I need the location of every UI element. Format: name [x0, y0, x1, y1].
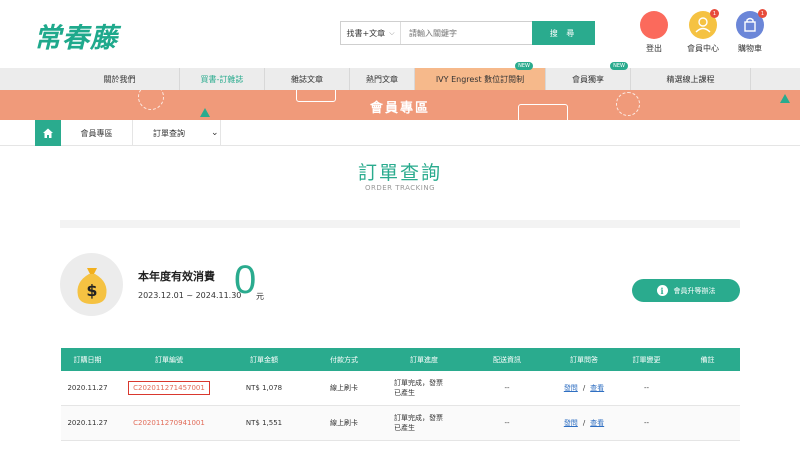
order-change: -- — [643, 384, 650, 392]
page-subtitle: ORDER TRACKING — [365, 184, 435, 192]
nav-item-books[interactable]: 買書-訂雜誌 — [180, 68, 265, 90]
order-id-cell: C202011270941001 — [114, 406, 224, 440]
delivery-info: -- — [504, 419, 510, 427]
chevron-down-icon: ⌵ — [389, 28, 395, 37]
nav-item-label: IVY Engrest 數位訂閱制 — [435, 74, 525, 84]
view-link[interactable]: 查看 — [590, 418, 604, 428]
breadcrumb-order-label: 訂單查詢 — [153, 128, 185, 138]
member-banner: 會員專區 — [0, 90, 800, 120]
banner-title: 會員專區 — [369, 101, 430, 116]
logout-button[interactable] — [640, 11, 668, 39]
table-row: 2020.11.27 C202011270941001 NT$ 1,551 線上… — [61, 406, 740, 441]
order-note — [675, 371, 740, 405]
nav-item-about[interactable]: 關於我們 — [60, 68, 180, 90]
home-button[interactable] — [35, 120, 61, 146]
annual-spend-value: 0 — [234, 258, 257, 302]
membership-upgrade-label: 會員升等辦法 — [673, 286, 716, 295]
order-id-link[interactable]: C202011270941001 — [129, 417, 209, 429]
site-header: 常春藤 找書+文章 ⌵ 搜 尋 登出 1 會員中心 1 購物車 — [0, 0, 800, 68]
site-logo[interactable]: 常春藤 — [34, 16, 118, 55]
order-status: 訂單完成，發票 已產生 — [384, 371, 464, 405]
member-center-label[interactable]: 會員中心 — [681, 43, 725, 54]
column-header: 訂單進度 — [410, 355, 438, 364]
chevron-down-icon: ⌄ — [211, 128, 219, 138]
table-row: 2020.11.27 C202011271457001 NT$ 1,078 線上… — [61, 371, 740, 406]
column-header: 訂單問答 — [570, 355, 598, 364]
nav-item-label: 會員獨享 — [572, 74, 604, 84]
orders-table: 訂購日期 訂單編號 訂單金額 付款方式 訂單進度 配送資訊 訂單問答 訂單變更 … — [61, 348, 740, 441]
column-header: 備註 — [700, 355, 715, 364]
search-category-select[interactable]: 找書+文章 ⌵ — [341, 22, 401, 44]
logout-label[interactable]: 登出 — [632, 43, 676, 54]
order-id-cell: C202011271457001 — [114, 371, 224, 405]
nav-item-label: 關於我們 — [103, 74, 136, 84]
new-badge: NEW — [610, 62, 628, 70]
column-header: 訂單編號 — [155, 355, 183, 364]
ask-link[interactable]: 發問 — [564, 418, 578, 428]
section-divider — [60, 220, 740, 228]
membership-upgrade-button[interactable]: i 會員升等辦法 — [632, 279, 740, 302]
order-note — [675, 406, 740, 440]
home-icon — [43, 128, 53, 138]
search-button[interactable]: 搜 尋 — [532, 21, 595, 45]
order-status: 訂單完成，發票 已產生 — [384, 406, 464, 440]
money-bag-icon: $ — [76, 267, 107, 304]
column-header: 付款方式 — [330, 355, 358, 364]
column-header: 訂單變更 — [632, 355, 661, 364]
annual-spend-label: 本年度有效消費 — [138, 270, 215, 283]
annual-spend-range: 2023.12.01 ~ 2024.11.30 — [138, 291, 242, 300]
view-link[interactable]: 查看 — [590, 383, 604, 393]
nav-item-courses[interactable]: 精選線上課程 — [631, 68, 751, 90]
order-amount: NT$ 1,551 — [245, 419, 283, 427]
search-category-label: 找書+文章 — [346, 28, 386, 38]
ask-link[interactable]: 發問 — [564, 383, 578, 393]
payment-method: 線上刷卡 — [330, 384, 358, 392]
column-header: 訂單金額 — [250, 355, 278, 364]
member-badge: 1 — [710, 9, 719, 18]
nav-item-label: 熱門文章 — [366, 74, 398, 84]
page-title: 訂單查詢 — [357, 162, 442, 184]
breadcrumb: 會員專區 訂單查詢 ⌄ — [0, 120, 800, 146]
new-badge: NEW — [515, 62, 533, 70]
main-nav: 關於我們 買書-訂雜誌 雜誌文章 熱門文章 IVY Engrest 數位訂閱制 … — [0, 62, 800, 90]
order-status-line: 訂單完成，發票 — [394, 379, 443, 387]
order-date: 2020.11.27 — [67, 419, 108, 427]
info-icon: i — [656, 285, 668, 296]
breadcrumb-order-dropdown[interactable]: 訂單查詢 ⌄ — [133, 120, 221, 146]
search-bar: 找書+文章 ⌵ 搜 尋 — [340, 21, 595, 45]
order-qa-cell: 發問 / 查看 — [550, 371, 618, 405]
payment-method: 線上刷卡 — [330, 419, 358, 427]
column-header: 訂購日期 — [73, 355, 102, 364]
nav-item-label: 雜誌文章 — [291, 74, 323, 84]
nav-item-label: 買書-訂雜誌 — [200, 74, 244, 84]
nav-item-popular[interactable]: 熱門文章 — [350, 68, 415, 90]
column-header: 配送資訊 — [493, 355, 521, 364]
nav-item-ivy-engrest[interactable]: IVY Engrest 數位訂閱制 NEW — [415, 62, 546, 90]
delivery-info: -- — [504, 384, 510, 392]
order-date: 2020.11.27 — [67, 384, 108, 392]
money-bag-avatar: $ — [60, 253, 123, 316]
breadcrumb-member-area[interactable]: 會員專區 — [61, 120, 133, 146]
table-header: 訂購日期 訂單編號 訂單金額 付款方式 訂單進度 配送資訊 訂單問答 訂單變更 … — [61, 348, 740, 371]
nav-item-member-exclusive[interactable]: 會員獨享 NEW — [546, 62, 631, 90]
nav-item-articles[interactable]: 雜誌文章 — [265, 68, 350, 90]
order-status-line: 訂單完成，發票 — [394, 414, 443, 422]
annual-spend-unit: 元 — [256, 292, 264, 301]
cart-label[interactable]: 購物車 — [728, 43, 772, 54]
nav-item-label: 精選線上課程 — [666, 74, 715, 84]
order-status-line: 已產生 — [394, 424, 415, 432]
order-qa-cell: 發問 / 查看 — [550, 406, 618, 440]
svg-text:$: $ — [86, 281, 97, 300]
order-amount: NT$ 1,078 — [245, 384, 283, 392]
cart-badge: 1 — [758, 9, 767, 18]
order-change: -- — [643, 419, 650, 427]
separator: / — [582, 384, 586, 392]
order-status-line: 已產生 — [394, 389, 415, 397]
separator: / — [582, 419, 586, 427]
order-id-link[interactable]: C202011271457001 — [128, 381, 210, 395]
